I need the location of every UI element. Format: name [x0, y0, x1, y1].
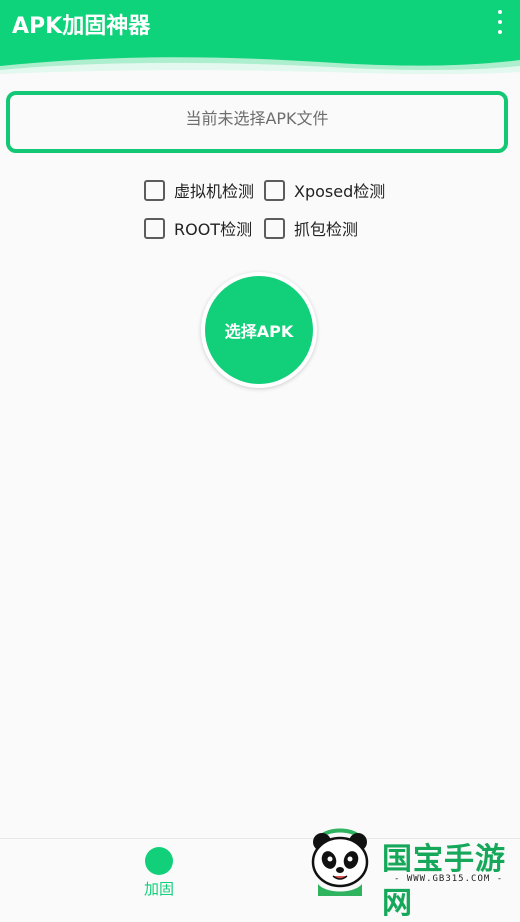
selected-file-box: 当前未选择APK文件 [6, 91, 508, 153]
watermark-logo: 国宝手游网 - WWW.GB315.COM - [298, 822, 520, 921]
panda-icon [311, 828, 369, 896]
option-capture-detect[interactable]: 抓包检测 [264, 216, 358, 240]
more-vert-icon[interactable] [490, 10, 510, 34]
select-apk-button[interactable]: 选择APK [201, 272, 317, 388]
file-status-text: 当前未选择APK文件 [185, 109, 329, 128]
root-detect-label: ROOT检测 [174, 220, 253, 239]
option-xposed-detect[interactable]: Xposed检测 [264, 178, 385, 202]
nav-item-harden[interactable]: 加固 [119, 847, 199, 899]
option-root-detect[interactable]: ROOT检测 [144, 216, 252, 240]
harden-nav-icon [145, 847, 173, 875]
vm-detect-checkbox[interactable] [144, 179, 165, 201]
option-vm-detect[interactable]: 虚拟机检测 [144, 178, 254, 202]
watermark-url: - WWW.GB315.COM - [394, 874, 504, 884]
nav-item-label: 加固 [143, 880, 174, 898]
vm-detect-label: 虚拟机检测 [174, 182, 255, 201]
xposed-detect-checkbox[interactable] [264, 179, 285, 201]
app-bar: APK加固神器 [0, 0, 520, 78]
capture-detect-label: 抓包检测 [294, 220, 359, 239]
xposed-detect-label: Xposed检测 [294, 182, 386, 201]
capture-detect-checkbox[interactable] [264, 217, 285, 239]
app-title: APK加固神器 [12, 14, 151, 39]
wave-decoration [0, 57, 520, 78]
root-detect-checkbox[interactable] [144, 217, 165, 239]
select-apk-label: 选择APK [205, 276, 313, 384]
